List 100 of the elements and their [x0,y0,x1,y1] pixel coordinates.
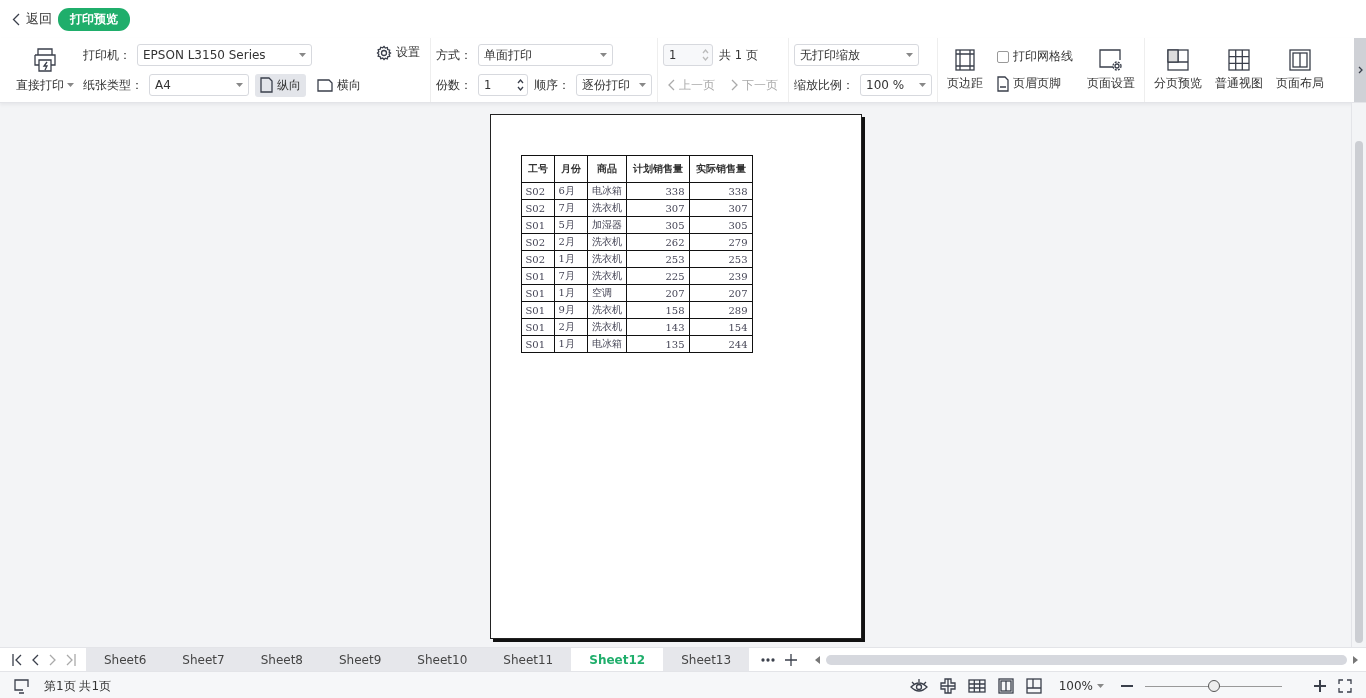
table-cell: 2月 [554,318,587,336]
column-header: 计划销售量 [626,155,689,183]
sheet-tab[interactable]: Sheet10 [399,648,486,671]
add-sheet-icon[interactable] [785,653,798,666]
table-cell: 207 [626,284,689,302]
mode-label: 方式： [436,47,472,63]
table-cell: S02 [521,182,554,200]
table-cell: 6月 [554,182,587,200]
column-header: 月份 [554,155,587,183]
page-total: 共 1 页 [719,47,758,63]
mode-dropdown[interactable]: 单面打印 [478,44,613,66]
settings-button[interactable]: 设置 [371,41,425,64]
crosshair-icon[interactable] [939,678,956,694]
margins-icon [955,48,975,71]
caret-icon [906,53,913,57]
sheet-tab[interactable]: Sheet9 [321,648,400,671]
table-cell: S02 [521,233,554,251]
table-cell: 洗衣机 [587,267,626,285]
table-cell: S01 [521,284,554,302]
sheet-tab[interactable]: Sheet8 [242,648,321,671]
spinner-icon [702,48,709,62]
orientation-button[interactable]: 纵向 [255,73,306,97]
printer-icon [32,46,58,73]
paper-type-dropdown[interactable]: A4 [149,74,249,96]
order-dropdown[interactable]: 逐份打印 [576,74,652,96]
print-preview-badge: 打印预览 [58,7,130,31]
header-footer-icon [997,75,1009,92]
page-icon [260,77,273,93]
copies-field[interactable]: 1 [478,74,528,96]
table-cell: 307 [626,199,689,217]
table-cell: 307 [689,199,752,217]
caret-icon [1097,684,1104,688]
sheet-tab[interactable]: Sheet7 [164,648,243,671]
table-cell: 洗衣机 [587,318,626,336]
table-cell: S01 [521,335,554,353]
table-cell: 135 [626,335,689,353]
chevron-left-icon [668,79,675,91]
table-cell: 5月 [554,216,587,234]
page-layout-icon [1289,48,1311,71]
table-cell: 289 [689,301,752,319]
previous-sheet-icon[interactable] [32,653,39,666]
zoom-ratio-dropdown[interactable]: 100 % [860,74,932,96]
table-cell: 338 [626,182,689,200]
sheet-tab[interactable]: Sheet6 [86,648,165,671]
fullscreen-icon[interactable] [1338,679,1352,693]
spinner-icon [517,78,524,92]
table-cell: 207 [689,284,752,302]
vertical-scrollbar[interactable] [1351,103,1366,647]
caret-icon [919,83,926,87]
printer-dropdown[interactable]: EPSON L3150 Series [137,44,312,66]
back-button[interactable]: 返回 [12,10,52,28]
caret-icon [600,53,607,57]
settings-icon [376,44,392,61]
view-button[interactable]: 普通视图 [1211,46,1267,94]
print-gridlines-checkbox[interactable]: 打印网格线 [992,45,1078,68]
more-icon[interactable] [761,657,776,662]
first-sheet-icon[interactable] [12,653,22,666]
margins-button[interactable]: 页边距 [943,46,987,94]
table-cell: 9月 [554,301,587,319]
page-number-field[interactable]: 1 [663,44,713,66]
column-header: 商品 [587,155,626,183]
table-cell: 洗衣机 [587,233,626,251]
sheet-tab[interactable]: Sheet13 [663,648,750,671]
grid-icon[interactable] [967,679,986,693]
scaling-dropdown[interactable]: 无打印缩放 [794,44,919,66]
direct-print-button[interactable]: 直接打印 [12,44,78,96]
zoom-in-icon[interactable] [1314,680,1326,692]
sheet-tab[interactable]: Sheet11 [485,648,572,671]
zoom-ratio-label: 缩放比例： [794,77,854,93]
view-button[interactable]: 页面布局 [1272,46,1328,94]
table-cell: 电冰箱 [587,182,626,200]
table-cell: S01 [521,301,554,319]
paper-type-label: 纸张类型： [83,77,143,93]
table-cell: 305 [626,216,689,234]
table-cell: 1月 [554,284,587,302]
table-cell: 154 [689,318,752,336]
header-footer-button[interactable]: 页眉页脚 [992,72,1078,95]
copies-label: 份数： [436,77,472,93]
view-button[interactable]: 分页预览 [1150,46,1206,94]
page-setup-button[interactable]: 页面设置 [1083,46,1139,94]
page-break-view-icon[interactable] [1025,678,1042,694]
column-header: 工号 [521,155,554,183]
table-cell: 305 [689,216,752,234]
orientation-button[interactable]: 横向 [312,73,366,97]
eye-icon[interactable] [909,679,928,693]
scroll-right-icon [1353,655,1358,664]
zoom-dropdown[interactable]: 100% [1053,676,1109,696]
caret-icon [236,83,243,87]
table-cell: 338 [689,182,752,200]
caret-icon [299,53,306,57]
table-cell: S01 [521,216,554,234]
table-cell: 1月 [554,335,587,353]
caret-icon [639,83,646,87]
table-cell: 2月 [554,233,587,251]
table-cell: 洗衣机 [587,199,626,217]
page-layout-icon[interactable] [997,678,1014,694]
page-setup-icon [1099,48,1123,71]
grid-icon [1228,48,1250,71]
table-cell: 洗衣机 [587,250,626,268]
table-cell: 158 [626,301,689,319]
